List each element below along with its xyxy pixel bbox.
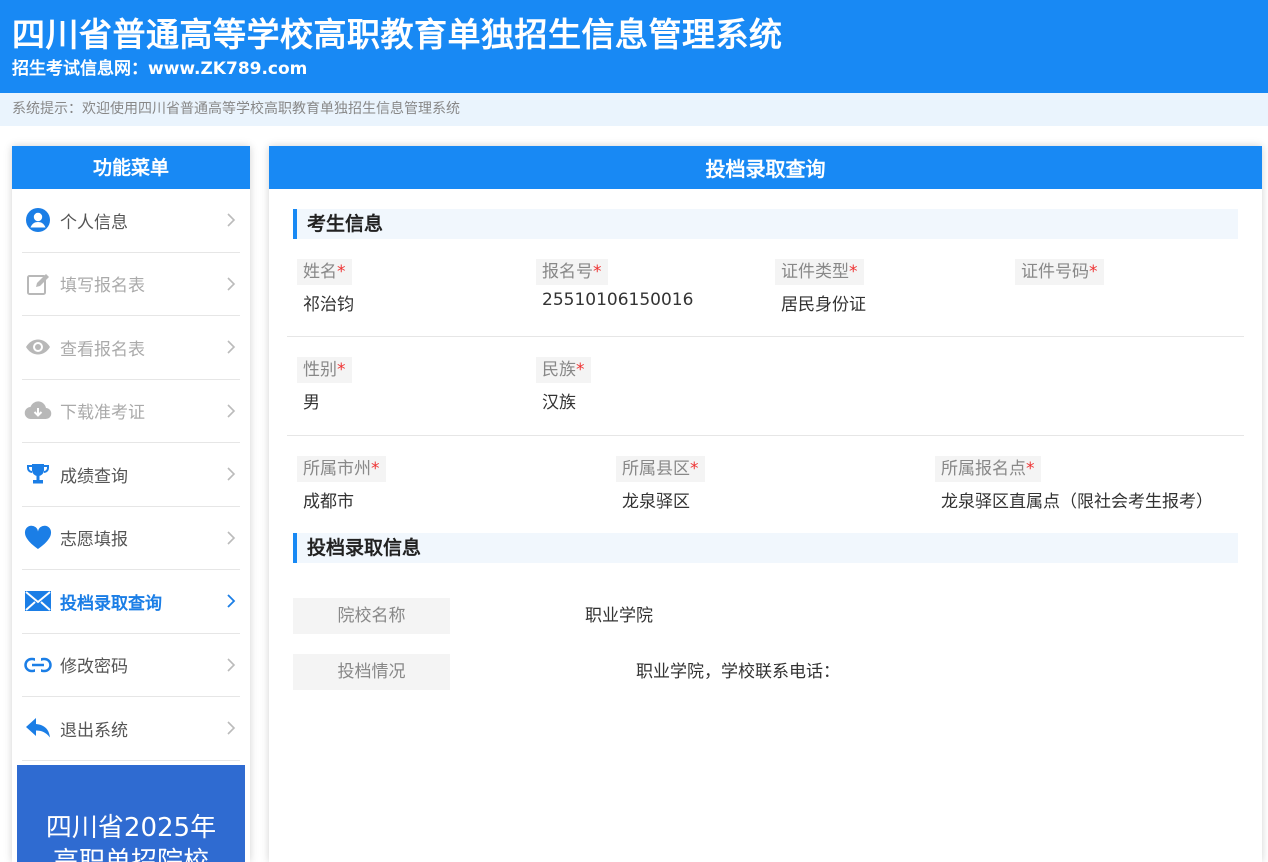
field-value: 男 bbox=[303, 393, 320, 413]
field-name: 姓名* 祁治钧 bbox=[297, 259, 354, 315]
field-reg-no: 报名号* 25510106150016 bbox=[536, 259, 693, 310]
eye-icon bbox=[24, 333, 52, 361]
sidebar-title: 功能菜单 bbox=[12, 146, 250, 189]
edit-icon bbox=[24, 270, 52, 298]
field-value: 居民身份证 bbox=[781, 295, 866, 315]
panel-title: 投档录取查询 bbox=[269, 146, 1262, 189]
section-title-admission-info: 投档录取信息 bbox=[293, 533, 1238, 563]
promo-banner[interactable]: 四川省2025年 高职单招院校 bbox=[17, 765, 245, 862]
sidebar: 功能菜单 个人信息 填写报名表 查看报名表 下载准考证 成绩查询 志愿填报 投档… bbox=[12, 146, 250, 862]
sidebar-item-label: 填写报名表 bbox=[60, 276, 145, 297]
chevron-right-icon bbox=[227, 531, 236, 545]
admission-school-label: 院校名称 bbox=[293, 598, 450, 634]
field-label: 证件类型* bbox=[775, 259, 864, 285]
chevron-right-icon bbox=[227, 277, 236, 291]
field-id-type: 证件类型* 居民身份证 bbox=[775, 259, 866, 315]
cloud-download-icon bbox=[24, 397, 52, 425]
divider bbox=[287, 336, 1244, 337]
sidebar-item-change-password[interactable]: 修改密码 bbox=[22, 634, 240, 697]
banner-line-1: 四川省2025年 bbox=[45, 813, 217, 843]
chevron-right-icon bbox=[227, 467, 236, 481]
field-county: 所属县区* 龙泉驿区 bbox=[616, 456, 705, 512]
sidebar-item-volunteer-fill[interactable]: 志愿填报 bbox=[22, 507, 240, 570]
admission-status-value: 职业学院，学校联系电话： bbox=[636, 662, 840, 682]
chevron-right-icon bbox=[227, 340, 236, 354]
admission-school-value: 职业学院 bbox=[585, 606, 653, 626]
field-label: 所属市州* bbox=[297, 456, 386, 482]
site-link[interactable]: 招生考试信息网：www.ZK789.com bbox=[12, 57, 1268, 81]
banner-line-2: 高职单招院校 bbox=[52, 847, 209, 862]
sidebar-item-score-query[interactable]: 成绩查询 bbox=[22, 443, 240, 507]
chevron-right-icon bbox=[227, 213, 236, 227]
admission-status-label: 投档情况 bbox=[293, 654, 450, 690]
system-notice: 系统提示：欢迎使用四川省普通高等学校高职教育单独招生信息管理系统 bbox=[0, 93, 1268, 126]
field-label: 姓名* bbox=[297, 259, 352, 285]
sidebar-item-label: 退出系统 bbox=[60, 720, 128, 741]
field-value: 汉族 bbox=[542, 393, 576, 413]
heart-icon bbox=[24, 524, 52, 552]
app-title: 四川省普通高等学校高职教育单独招生信息管理系统 bbox=[12, 15, 783, 54]
field-label: 性别* bbox=[297, 357, 352, 383]
field-value: 祁治钧 bbox=[303, 295, 354, 315]
trophy-icon bbox=[24, 460, 52, 488]
sidebar-item-label: 成绩查询 bbox=[60, 466, 128, 487]
reply-icon bbox=[24, 714, 52, 742]
field-id-no: 证件号码* bbox=[1015, 259, 1104, 290]
sidebar-item-personal-info[interactable]: 个人信息 bbox=[22, 189, 240, 253]
envelope-icon bbox=[24, 587, 52, 615]
field-label: 报名号* bbox=[536, 259, 608, 285]
chevron-right-icon bbox=[227, 594, 236, 608]
field-label: 证件号码* bbox=[1015, 259, 1104, 285]
link-icon bbox=[24, 651, 52, 679]
sidebar-item-logout[interactable]: 退出系统 bbox=[22, 697, 240, 761]
sidebar-item-label: 投档录取查询 bbox=[60, 593, 162, 614]
sidebar-menu: 个人信息 填写报名表 查看报名表 下载准考证 成绩查询 志愿填报 投档录取查询 … bbox=[12, 189, 250, 761]
sidebar-item-admission-query[interactable]: 投档录取查询 bbox=[22, 570, 240, 634]
sidebar-item-label: 修改密码 bbox=[60, 657, 128, 678]
sidebar-item-fill-form[interactable]: 填写报名表 bbox=[22, 253, 240, 316]
field-value: 龙泉驿区 bbox=[622, 492, 690, 512]
field-value: 成都市 bbox=[303, 492, 354, 512]
field-value: 25510106150016 bbox=[542, 290, 694, 310]
chevron-right-icon bbox=[227, 721, 236, 735]
sidebar-item-label: 下载准考证 bbox=[60, 403, 145, 424]
sidebar-item-label: 志愿填报 bbox=[60, 530, 128, 551]
field-registration-site: 所属报名点* 龙泉驿区直属点（限社会考生报考） bbox=[935, 456, 1213, 512]
sidebar-item-view-form[interactable]: 查看报名表 bbox=[22, 316, 240, 380]
app-header: 四川省普通高等学校高职教育单独招生信息管理系统 招生考试信息网：www.ZK78… bbox=[0, 0, 1268, 93]
chevron-right-icon bbox=[227, 404, 236, 418]
field-ethnicity: 民族* 汉族 bbox=[536, 357, 591, 413]
sidebar-item-label: 查看报名表 bbox=[60, 339, 145, 360]
field-value: 龙泉驿区直属点（限社会考生报考） bbox=[941, 492, 1213, 512]
main-panel: 投档录取查询 考生信息 姓名* 祁治钧 报名号* 25510106150016 … bbox=[269, 146, 1262, 862]
field-label: 民族* bbox=[536, 357, 591, 383]
chevron-right-icon bbox=[227, 658, 236, 672]
divider bbox=[287, 435, 1244, 436]
field-gender: 性别* 男 bbox=[297, 357, 352, 413]
sidebar-item-label: 个人信息 bbox=[60, 212, 128, 233]
field-label: 所属报名点* bbox=[935, 456, 1041, 482]
section-title-student-info: 考生信息 bbox=[293, 209, 1238, 239]
field-city: 所属市州* 成都市 bbox=[297, 456, 386, 512]
user-icon bbox=[24, 206, 52, 234]
field-label: 所属县区* bbox=[616, 456, 705, 482]
sidebar-item-download-ticket[interactable]: 下载准考证 bbox=[22, 380, 240, 443]
